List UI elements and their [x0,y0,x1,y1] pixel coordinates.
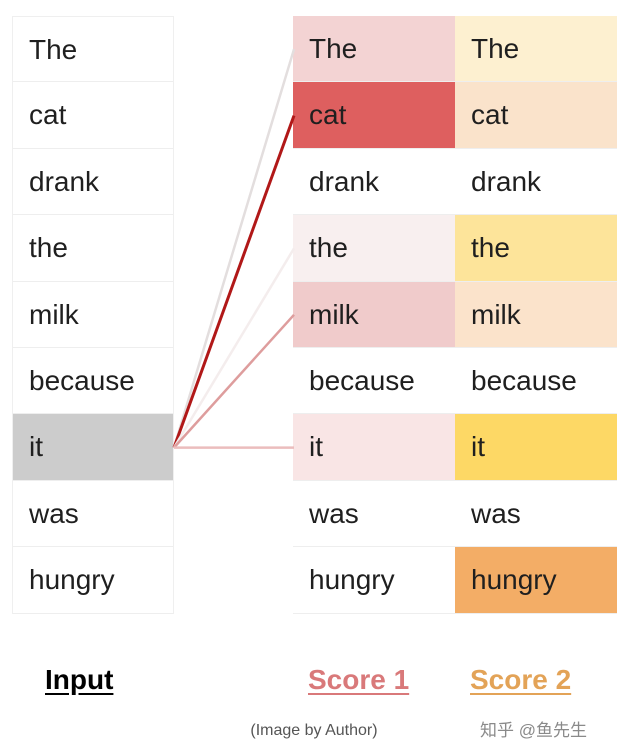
score1-word-cell: it [293,414,455,481]
attention-link [172,247,296,449]
input-word-cell: milk [12,281,174,348]
input-word-cell: The [12,16,174,83]
input-word-cell: because [12,347,174,415]
score2-word-cell: because [455,347,617,415]
score2-word-cell: cat [455,82,617,149]
score1-word-cell: because [293,347,455,415]
score2-label: Score 2 [470,664,572,695]
input-word-cell: hungry [12,547,174,614]
score1-column: The cat drank the milk because it was hungry [293,16,455,614]
score2-word-cell: it [455,414,617,481]
input-word-cell: it [12,414,174,481]
attention-link [173,313,295,449]
score1-word-cell: cat [293,82,455,149]
score2-word-cell: milk [455,281,617,348]
score2-word-cell: hungry [455,547,617,614]
input-word-cell: the [12,215,174,282]
score2-word-cell: drank [455,148,617,216]
score1-word-cell: milk [293,281,455,348]
input-word-cell: cat [12,82,174,149]
watermark: 知乎 @鱼先生 [480,721,587,740]
input-column: The cat drank the milk because it was hungry [12,16,174,614]
score1-word-cell: drank [293,148,455,216]
score2-column: The cat drank the milk because it was hungry [455,16,617,614]
score2-word-cell: was [455,480,617,548]
score1-word-cell: the [293,215,455,282]
attention-link [172,48,296,448]
score1-word-cell: The [293,16,455,83]
score2-word-cell: the [455,215,617,282]
attention-link [172,115,296,449]
input-label: Input [45,664,114,695]
score2-word-cell: The [455,16,617,83]
input-word-cell: was [12,480,174,548]
score1-word-cell: hungry [293,547,455,614]
score1-label: Score 1 [308,664,410,695]
score1-word-cell: was [293,480,455,548]
input-word-cell: drank [12,148,174,216]
